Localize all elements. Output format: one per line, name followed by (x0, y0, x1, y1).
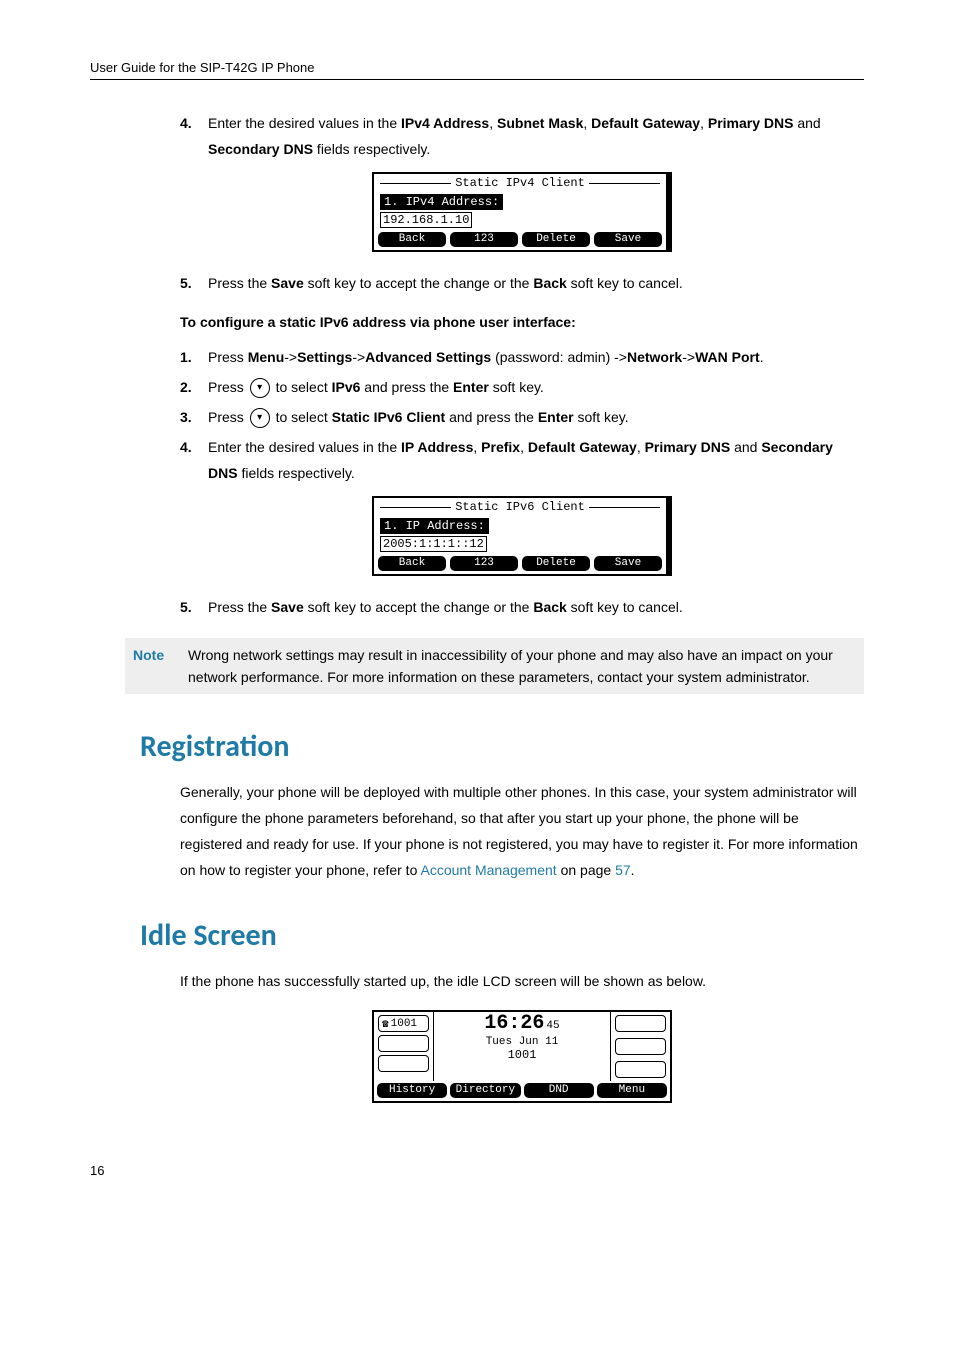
softkey-123[interactable]: 123 (450, 556, 518, 571)
step-text: Enter the desired values in the IP Addre… (208, 434, 864, 486)
procedure-heading: To configure a static IPv6 address via p… (180, 314, 864, 330)
idle-time: 16:2645 (436, 1014, 608, 1036)
note-block: Note Wrong network settings may result i… (125, 638, 864, 694)
page-number: 16 (90, 1163, 864, 1178)
idle-extension: 1001 (436, 1048, 608, 1062)
softkey-delete[interactable]: Delete (522, 232, 590, 247)
step-number: 1. (180, 344, 208, 370)
step-text: Press Menu->Settings->Advanced Settings … (208, 344, 864, 370)
softkey-delete[interactable]: Delete (522, 556, 590, 571)
doc-header: User Guide for the SIP-T42G IP Phone (90, 60, 864, 80)
idle-date: Tues Jun 11 (436, 1036, 608, 1048)
line-key-5[interactable] (615, 1038, 666, 1055)
step-text: Enter the desired values in the IPv4 Add… (208, 110, 864, 162)
lcd-field-label: 1. IPv4 Address: (380, 194, 503, 210)
step-number: 4. (180, 110, 208, 162)
softkey-history[interactable]: History (377, 1083, 447, 1098)
step-number: 2. (180, 374, 208, 400)
lcd-field-value: 2005:1:1:1::12 (380, 536, 487, 552)
step-number: 5. (180, 594, 208, 620)
registration-paragraph: Generally, your phone will be deployed w… (180, 779, 864, 883)
lcd-field-label: 1. IP Address: (380, 518, 489, 534)
softkey-save[interactable]: Save (594, 232, 662, 247)
softkey-dnd[interactable]: DND (524, 1083, 594, 1098)
down-arrow-icon: ▾ (250, 378, 270, 398)
line-key-6[interactable] (615, 1061, 666, 1078)
note-label: Note (133, 644, 188, 688)
line-key-3[interactable] (378, 1055, 429, 1072)
line-key-1[interactable]: ☎1001 (378, 1015, 429, 1032)
step-text: Press ▾ to select IPv6 and press the Ent… (208, 374, 864, 400)
section-registration: Registration (140, 728, 864, 765)
softkey-back[interactable]: Back (378, 232, 446, 247)
note-text: Wrong network settings may result in ina… (188, 644, 856, 688)
step-number: 3. (180, 404, 208, 430)
lcd-field-value: 192.168.1.10 (380, 212, 472, 228)
softkey-back[interactable]: Back (378, 556, 446, 571)
line-key-4[interactable] (615, 1015, 666, 1032)
lcd-ipv4: Static IPv4 Client 1. IPv4 Address: 192.… (372, 172, 672, 252)
softkey-123[interactable]: 123 (450, 232, 518, 247)
step-number: 4. (180, 434, 208, 486)
down-arrow-icon: ▾ (250, 408, 270, 428)
softkey-directory[interactable]: Directory (450, 1083, 520, 1098)
step-number: 5. (180, 270, 208, 296)
idle-intro: If the phone has successfully started up… (180, 968, 864, 994)
link-page-57[interactable]: 57 (615, 862, 631, 878)
lcd-title: Static IPv6 Client (451, 500, 589, 514)
link-account-management[interactable]: Account Management (420, 862, 556, 878)
lcd-title: Static IPv4 Client (451, 176, 589, 190)
section-idle-screen: Idle Screen (140, 917, 864, 954)
step-text: Press the Save soft key to accept the ch… (208, 270, 864, 296)
phone-icon: ☎ (382, 1017, 389, 1031)
softkey-save[interactable]: Save (594, 556, 662, 571)
line-key-2[interactable] (378, 1035, 429, 1052)
softkey-menu[interactable]: Menu (597, 1083, 667, 1098)
step-text: Press ▾ to select Static IPv6 Client and… (208, 404, 864, 430)
lcd-idle: ☎1001 16:2645 Tues Jun 11 1001 (372, 1010, 672, 1103)
lcd-ipv6: Static IPv6 Client 1. IP Address: 2005:1… (372, 496, 672, 576)
step-text: Press the Save soft key to accept the ch… (208, 594, 864, 620)
